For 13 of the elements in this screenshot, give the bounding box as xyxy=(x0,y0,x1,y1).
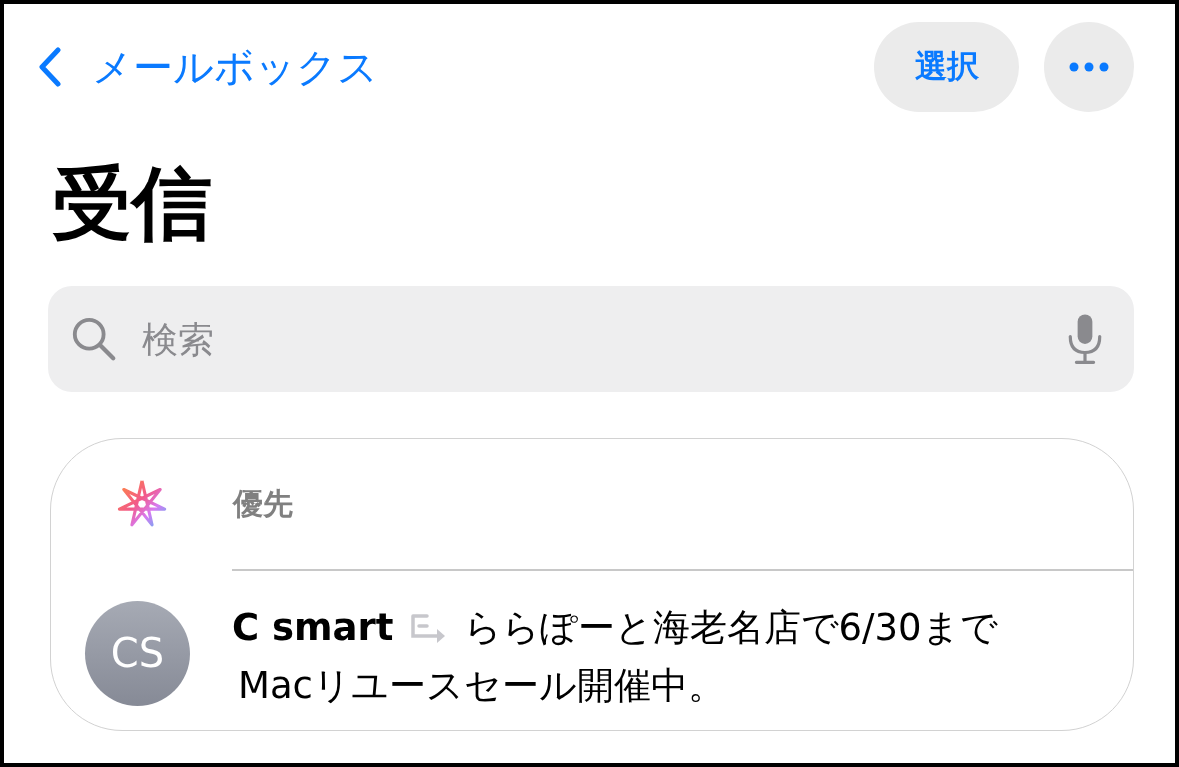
avatar: CS xyxy=(85,600,190,706)
message-preview: ららぽーと海老名店で6/30まで xyxy=(463,605,998,649)
select-button[interactable]: 選択 xyxy=(874,22,1019,112)
search-field[interactable]: 検索 xyxy=(48,286,1134,392)
back-button[interactable]: メールボックス xyxy=(32,38,384,96)
back-chevron-icon xyxy=(38,47,62,87)
microphone-icon[interactable] xyxy=(1066,312,1104,366)
more-icon xyxy=(1069,62,1109,72)
mailbox-title: 受信 xyxy=(52,156,212,252)
section-label: 優先 xyxy=(233,484,293,523)
message-preview: Macリユースセール開催中。 xyxy=(238,662,726,709)
sender-name: C smart xyxy=(232,605,394,649)
message-row[interactable]: CS C smart ららぽーと海老名店で6/30まで Macリユースセール開催中。 xyxy=(51,570,1133,715)
